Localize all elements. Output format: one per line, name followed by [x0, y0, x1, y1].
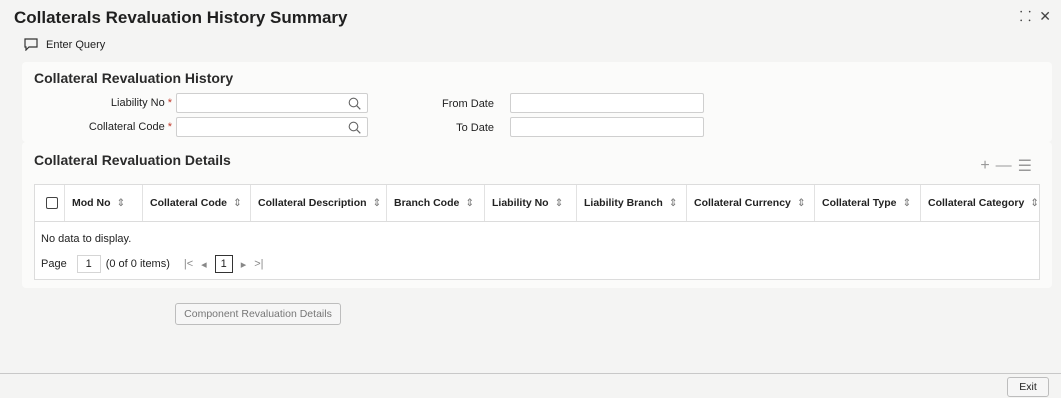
details-grid: Mod No ⇕ Collateral Code ⇕ Collateral Desc… — [34, 184, 1040, 280]
to-date-input[interactable] — [510, 117, 704, 137]
pagination: Page 1 (0 of 0 items) |< ◂ 1 ▸ >| — [41, 255, 268, 273]
details-panel: Collateral Revaluation Details + — ☰ Mod… — [22, 142, 1052, 288]
column-header-collateral-description[interactable]: Collateral Description ⇕ — [251, 185, 387, 221]
page-title: Collaterals Revaluation History Summary — [14, 8, 348, 27]
component-revaluation-details-button[interactable]: Component Revaluation Details — [175, 303, 341, 325]
select-all-checkbox[interactable] — [46, 197, 58, 209]
search-icon[interactable] — [348, 121, 361, 134]
sort-icon: ⇕ — [465, 197, 475, 209]
exit-button[interactable]: Exit — [1007, 377, 1049, 397]
prev-page-icon[interactable]: ◂ — [201, 258, 207, 271]
column-header-collateral-code[interactable]: Collateral Code ⇕ — [143, 185, 251, 221]
required-mark: * — [167, 121, 172, 133]
no-data-message: No data to display. — [41, 233, 132, 245]
search-icon[interactable] — [348, 97, 361, 110]
sort-icon: ⇕ — [796, 197, 806, 209]
query-icon — [24, 38, 38, 51]
collateral-code-input[interactable] — [176, 117, 368, 137]
add-row-icon[interactable]: + — [980, 157, 989, 175]
current-page-button[interactable]: 1 — [214, 255, 233, 273]
column-header-collateral-currency[interactable]: Collateral Currency ⇕ — [687, 185, 815, 221]
items-count: (0 of 0 items) — [105, 258, 170, 270]
close-icon[interactable]: ✕ — [1039, 9, 1051, 23]
first-page-icon[interactable]: |< — [184, 258, 193, 270]
column-header-mod-no[interactable]: Mod No ⇕ — [65, 185, 143, 221]
title-bar: Collaterals Revaluation History Summary … — [0, 0, 1061, 34]
sort-icon: ⇕ — [1030, 197, 1040, 209]
history-panel: Collateral Revaluation History Liability… — [22, 62, 1052, 142]
select-all-cell — [35, 185, 65, 221]
from-date-input[interactable] — [510, 93, 704, 113]
column-header-collateral-category[interactable]: Collateral Category ⇕ — [921, 185, 1039, 221]
liability-no-input[interactable] — [176, 93, 368, 113]
column-header-collateral-type[interactable]: Collateral Type ⇕ — [815, 185, 921, 221]
minimize-icon[interactable]: ⸬ — [1020, 9, 1032, 23]
from-date-label: From Date — [442, 98, 494, 110]
details-panel-title: Collateral Revaluation Details — [34, 152, 231, 168]
required-mark: * — [167, 97, 172, 109]
sort-icon: ⇕ — [668, 197, 678, 209]
history-panel-title: Collateral Revaluation History — [34, 70, 234, 86]
page-label: Page — [41, 258, 67, 270]
sort-icon: ⇕ — [372, 197, 382, 209]
column-header-liability-no[interactable]: Liability No ⇕ — [485, 185, 577, 221]
sort-icon: ⇕ — [554, 197, 564, 209]
enter-query-label: Enter Query — [46, 38, 106, 51]
to-date-label: To Date — [456, 122, 494, 134]
footer-divider — [0, 373, 1061, 374]
grid-toolbar: + — ☰ — [980, 156, 1032, 176]
columns-icon[interactable]: ☰ — [1018, 156, 1032, 176]
column-header-branch-code[interactable]: Branch Code ⇕ — [387, 185, 485, 221]
sort-icon: ⇕ — [116, 197, 126, 209]
remove-row-icon[interactable]: — — [996, 157, 1012, 175]
next-page-icon[interactable]: ▸ — [241, 258, 247, 271]
last-page-icon[interactable]: >| — [254, 258, 263, 270]
column-header-liability-branch[interactable]: Liability Branch ⇕ — [577, 185, 687, 221]
liability-no-label: Liability No * — [110, 97, 172, 109]
enter-query-button[interactable]: Enter Query — [24, 38, 105, 51]
sort-icon: ⇕ — [902, 197, 912, 209]
grid-header: Mod No ⇕ Collateral Code ⇕ Collateral Desc… — [35, 185, 1039, 222]
collateral-code-label: Collateral Code * — [88, 121, 172, 133]
window-controls: ⸬ ✕ — [1020, 9, 1051, 23]
page-input[interactable]: 1 — [76, 255, 101, 273]
sort-icon: ⇕ — [233, 197, 242, 209]
